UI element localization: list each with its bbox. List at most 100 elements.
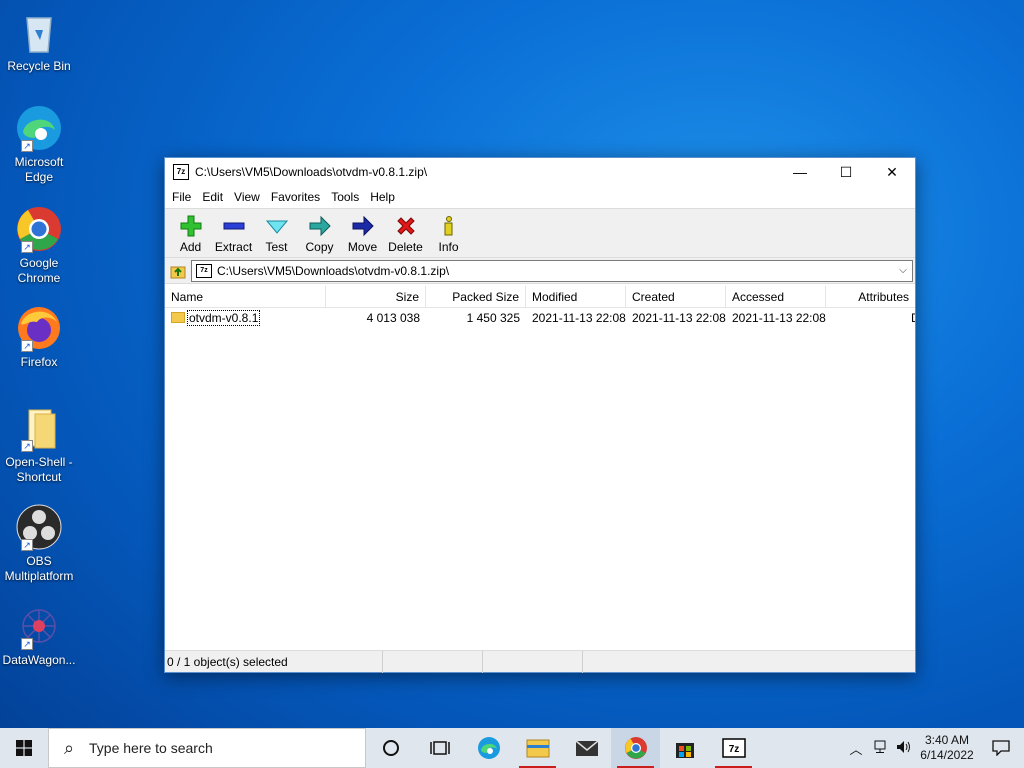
extract-label: Extract [214,240,253,254]
desktop-icon-open-shell[interactable]: ↗ Open-Shell - Shortcut [0,404,78,485]
status-selection: 0 / 1 object(s) selected [165,651,383,673]
menu-help[interactable]: Help [365,190,400,204]
status-bar: 0 / 1 object(s) selected [165,650,915,673]
row-name-cell[interactable]: otvdm-v0.8.1 [165,308,326,328]
column-created[interactable]: Created [626,286,726,308]
column-attributes[interactable]: Attributes [826,286,915,308]
move-button[interactable]: Move [341,209,384,254]
row-attributes: D [826,308,915,328]
desktop-icon-firefox[interactable]: ↗ Firefox [0,304,78,370]
obs-icon: ↗ [15,503,63,551]
edge-icon: ↗ [15,104,63,152]
edge-icon [477,737,500,759]
table-row[interactable]: otvdm-v0.8.1 4 013 038 1 450 325 2021-11… [165,308,915,328]
maximize-button[interactable]: ☐ [823,158,869,186]
minimize-button[interactable]: — [777,158,823,186]
taskbar: ⌕ Type here to search 7z ︿ 3:40 AM 6/14/… [0,728,1024,768]
copy-button[interactable]: Copy [298,209,341,254]
info-button[interactable]: Info [427,209,470,254]
add-button[interactable]: Add [169,209,212,254]
info-label: Info [438,240,459,254]
delete-button[interactable]: Delete [384,209,427,254]
shortcut-arrow-icon: ↗ [21,140,33,152]
chrome-icon [624,737,647,759]
column-modified[interactable]: Modified [526,286,626,308]
row-size: 4 013 038 [366,311,420,325]
desktop-icon-chrome[interactable]: ↗ Google Chrome [0,205,78,286]
column-accessed[interactable]: Accessed [726,286,826,308]
taskbar-search-box[interactable]: ⌕ Type here to search [48,728,366,768]
taskbar-clock[interactable]: 3:40 AM 6/14/2022 [916,733,978,763]
info-icon [437,214,461,238]
desktop-icon-label: Open-Shell - Shortcut [5,455,73,484]
minus-icon [222,214,246,238]
list-header: Name Size Packed Size Modified Created A… [165,286,915,308]
column-name[interactable]: Name [165,286,326,308]
taskbar-mail[interactable] [562,728,611,768]
shortcut-arrow-icon: ↗ [21,241,33,253]
clock-time: 3:40 AM [924,733,970,747]
status-segment-3 [483,651,583,673]
recycle-bin-icon [15,8,63,56]
status-segment-2 [383,651,483,673]
menu-edit[interactable]: Edit [197,190,228,204]
folder-up-icon [170,266,186,278]
volume-icon[interactable] [892,740,916,757]
start-button[interactable] [0,728,48,768]
shortcut-arrow-icon: ↗ [21,539,33,551]
column-size[interactable]: Size [326,286,426,308]
task-view-button[interactable] [415,728,464,768]
menu-view[interactable]: View [229,190,265,204]
row-accessed: 2021-11-13 22:08 [732,311,826,325]
close-button[interactable]: ✕ [869,158,915,186]
chevron-up-icon[interactable]: ︿ [844,739,868,758]
desktop-icon-label: Google Chrome [17,256,61,285]
desktop-icon-label: Microsoft Edge [14,155,64,184]
mail-icon [575,740,598,756]
notification-center-button[interactable] [978,728,1024,768]
desktop-icon-label: Firefox [20,355,58,369]
desktop-icon-recycle-bin[interactable]: Recycle Bin [0,8,78,74]
chevron-down-icon[interactable]: ⌵ [894,265,912,276]
cortana-button[interactable] [366,728,415,768]
clock-date: 6/14/2022 [920,748,974,762]
task-view-icon [429,741,450,755]
taskbar-chrome[interactable] [611,728,660,768]
menu-file[interactable]: File [167,190,196,204]
column-packed-size[interactable]: Packed Size [426,286,526,308]
desktop-icon-label: DataWagon... [2,653,76,667]
taskbar-file-explorer[interactable] [513,728,562,768]
test-button[interactable]: Test [255,209,298,254]
delete-x-icon [394,214,418,238]
taskbar-store[interactable] [660,728,709,768]
up-folder-button[interactable] [165,259,191,283]
chrome-icon: ↗ [15,205,63,253]
extract-button[interactable]: Extract [212,209,255,254]
menu-favorites[interactable]: Favorites [266,190,325,204]
delete-label: Delete [388,240,423,254]
file-list[interactable]: Name Size Packed Size Modified Created A… [165,286,915,650]
shortcut-arrow-icon: ↗ [21,440,33,452]
desktop-icon-datawagon[interactable]: ↗ DataWagon... [0,602,78,668]
7zip-file-manager-window: 7z C:\Users\VM5\Downloads\otvdm-v0.8.1.z… [164,157,916,673]
move-arrow-icon [351,214,375,238]
row-name: otvdm-v0.8.1 [187,310,261,326]
window-title: C:\Users\VM5\Downloads\otvdm-v0.8.1.zip\ [195,165,428,179]
search-icon: ⌕ [63,737,75,758]
copy-label: Copy [305,240,334,254]
title-bar[interactable]: 7z C:\Users\VM5\Downloads\otvdm-v0.8.1.z… [165,158,915,186]
shortcut-arrow-icon: ↗ [21,340,33,352]
shortcut-arrow-icon: ↗ [21,638,33,650]
desktop-icon-label: OBS Multiplatform [4,554,74,583]
address-path: C:\Users\VM5\Downloads\otvdm-v0.8.1.zip\ [217,263,450,278]
desktop-icon-edge[interactable]: ↗ Microsoft Edge [0,104,78,185]
taskbar-edge[interactable] [464,728,513,768]
address-combo[interactable]: 7z C:\Users\VM5\Downloads\otvdm-v0.8.1.z… [191,259,913,282]
copy-arrow-icon [308,214,332,238]
desktop-icon-obs[interactable]: ↗ OBS Multiplatform [0,503,78,584]
network-icon[interactable] [868,740,892,757]
taskbar-7zip[interactable]: 7z [709,728,758,768]
menu-tools[interactable]: Tools [326,190,364,204]
archive-icon: 7z [196,263,212,278]
row-packed-size: 1 450 325 [466,311,520,325]
